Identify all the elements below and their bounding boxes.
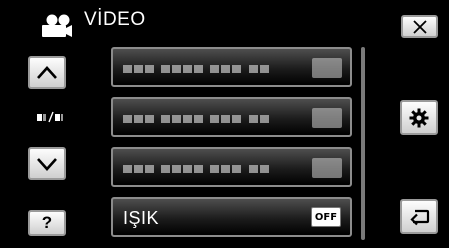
chevron-down-icon [37,157,57,171]
back-button[interactable] [400,199,438,234]
placeholder-value-icon [312,158,342,178]
placeholder-label-icon [123,115,269,123]
close-button[interactable] [401,15,438,38]
close-icon [412,19,427,34]
menu-row-1[interactable] [111,47,352,87]
help-label: ? [41,213,53,232]
placeholder-label-icon [123,65,269,73]
scroll-down-button[interactable] [28,147,66,180]
gear-icon [409,108,429,127]
page-indicator-icon [37,111,63,123]
scrollbar[interactable] [361,47,365,240]
placeholder-label-icon [123,165,269,173]
placeholder-value-icon [312,58,342,78]
menu-row-3[interactable] [111,147,352,187]
chevron-up-icon [37,65,57,79]
settings-button[interactable] [400,100,438,135]
placeholder-value-icon [312,108,342,128]
page-title: VİDEO [84,9,146,30]
off-badge: OFF [311,207,341,227]
help-button[interactable]: ? [28,210,66,236]
menu-row-light[interactable]: IŞIK OFF [111,197,352,237]
return-arrow-icon [410,209,430,225]
video-camera-icon [42,14,72,37]
menu-row-label: IŞIK [123,208,160,228]
scroll-up-button[interactable] [28,56,66,89]
menu-row-2[interactable] [111,97,352,137]
